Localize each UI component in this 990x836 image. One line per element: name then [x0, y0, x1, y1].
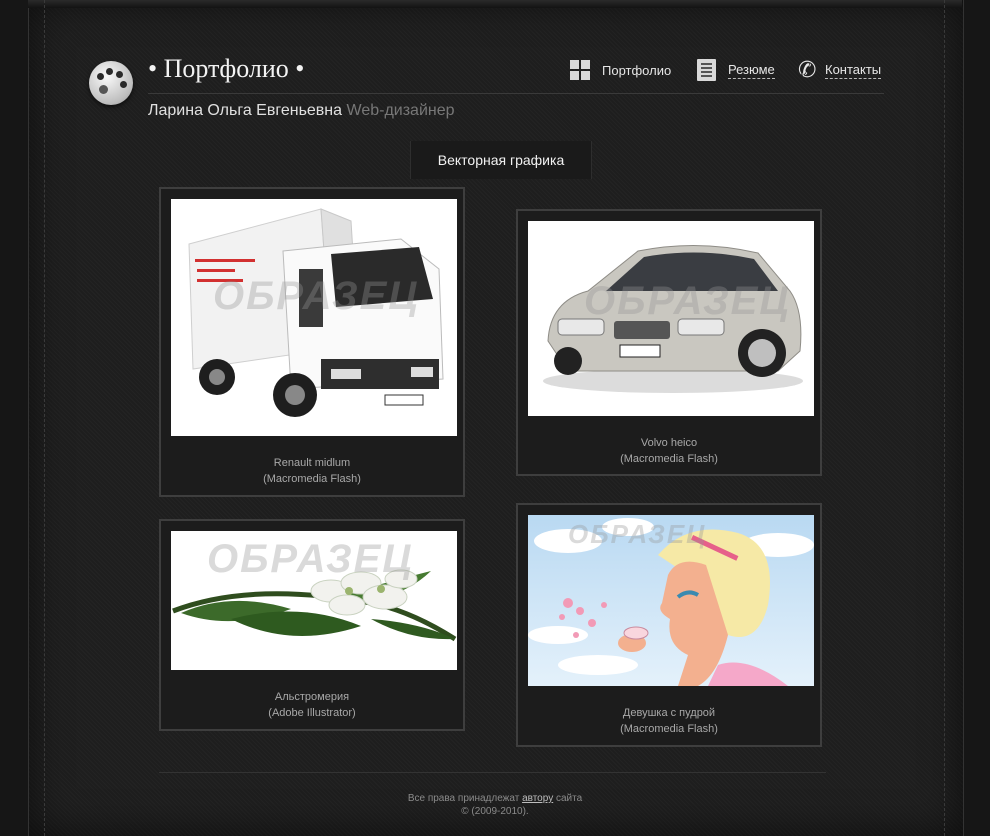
nav-item-resume[interactable]: Резюме: [697, 58, 775, 82]
author-subtitle: Ларина Ольга Евгеньевна Web-дизайнер: [148, 102, 455, 120]
portfolio-tool: (Macromedia Flash): [620, 453, 718, 465]
header-divider: [148, 93, 884, 94]
portfolio-caption: Альстромерия (Adobe Illustrator): [161, 689, 463, 721]
footer-years: © (2009-2010).: [461, 806, 529, 817]
watermark-text: ОБРАЗЕЦ: [568, 519, 708, 549]
portfolio-caption: Renault midlum (Macromedia Flash): [161, 455, 463, 487]
portfolio-card-renault[interactable]: ОБРАЗЕЦ Renault midlum (Macromedia Flash…: [159, 187, 465, 497]
footer-prefix: Все права принадлежат: [407, 793, 520, 804]
nav-item-portfolio[interactable]: Портфолио: [570, 58, 671, 82]
footer-author-link[interactable]: автору: [522, 793, 553, 804]
phone-icon: ✆: [798, 57, 817, 82]
site-title: • Портфолио •: [148, 54, 305, 83]
footer-copyright-line: Все права принадлежат автору сайта: [0, 792, 990, 805]
frame-top-edge: [28, 0, 962, 8]
right-stitch-decoration: [944, 0, 945, 836]
portfolio-thumbnail[interactable]: ОБРАЗЕЦ: [528, 515, 814, 686]
portfolio-caption: Девушка с пудрой (Macromedia Flash): [518, 705, 820, 737]
nav-label-resume[interactable]: Резюме: [728, 62, 775, 79]
author-name: Ларина Ольга Евгеньевна: [148, 102, 343, 119]
portfolio-thumbnail[interactable]: ОБРАЗЕЦ: [171, 199, 457, 436]
portfolio-thumbnail[interactable]: ОБРАЗЕЦ: [528, 221, 814, 416]
portfolio-tool: (Adobe Illustrator): [268, 707, 356, 719]
portfolio-title: Volvo heico: [640, 437, 698, 449]
document-icon: [697, 59, 716, 81]
portfolio-tool: (Macromedia Flash): [620, 723, 718, 735]
portfolio-title: Renault midlum: [273, 457, 351, 469]
portfolio-title: Альстромерия: [274, 691, 350, 703]
watermark-text: ОБРАЗЕЦ: [213, 274, 420, 318]
section-title-vector-graphics: Векторная графика: [410, 141, 592, 179]
footer: Все права принадлежат автору сайта © (20…: [0, 792, 990, 818]
grid-icon: [570, 59, 590, 81]
portfolio-tool: (Macromedia Flash): [263, 473, 361, 485]
portfolio-title: Девушка с пудрой: [622, 707, 716, 719]
nav-item-contacts[interactable]: ✆ Контакты: [798, 57, 882, 82]
portfolio-card-girl[interactable]: ОБРАЗЕЦ Девушка с пудрой (Macromedia Fla…: [516, 503, 822, 747]
portfolio-card-alstroemeria[interactable]: ОБРАЗЕЦ Альстромерия (Adobe Illustrator): [159, 519, 465, 731]
portfolio-caption: Volvo heico (Macromedia Flash): [518, 435, 820, 467]
watermark-text: ОБРАЗЕЦ: [584, 279, 791, 323]
watermark-text: ОБРАЗЕЦ: [207, 537, 414, 581]
palette-logo-icon: [89, 61, 133, 105]
nav-label-portfolio: Портфолио: [602, 62, 672, 78]
portfolio-card-volvo[interactable]: ОБРАЗЕЦ Volvo heico (Macromedia Flash): [516, 209, 822, 476]
nav-label-contacts[interactable]: Контакты: [825, 62, 882, 79]
author-role: Web-дизайнер: [346, 102, 455, 119]
left-stitch-decoration: [44, 0, 45, 836]
footer-divider: [159, 772, 826, 773]
portfolio-thumbnail[interactable]: ОБРАЗЕЦ: [171, 531, 457, 670]
footer-suffix: сайта: [555, 793, 583, 804]
